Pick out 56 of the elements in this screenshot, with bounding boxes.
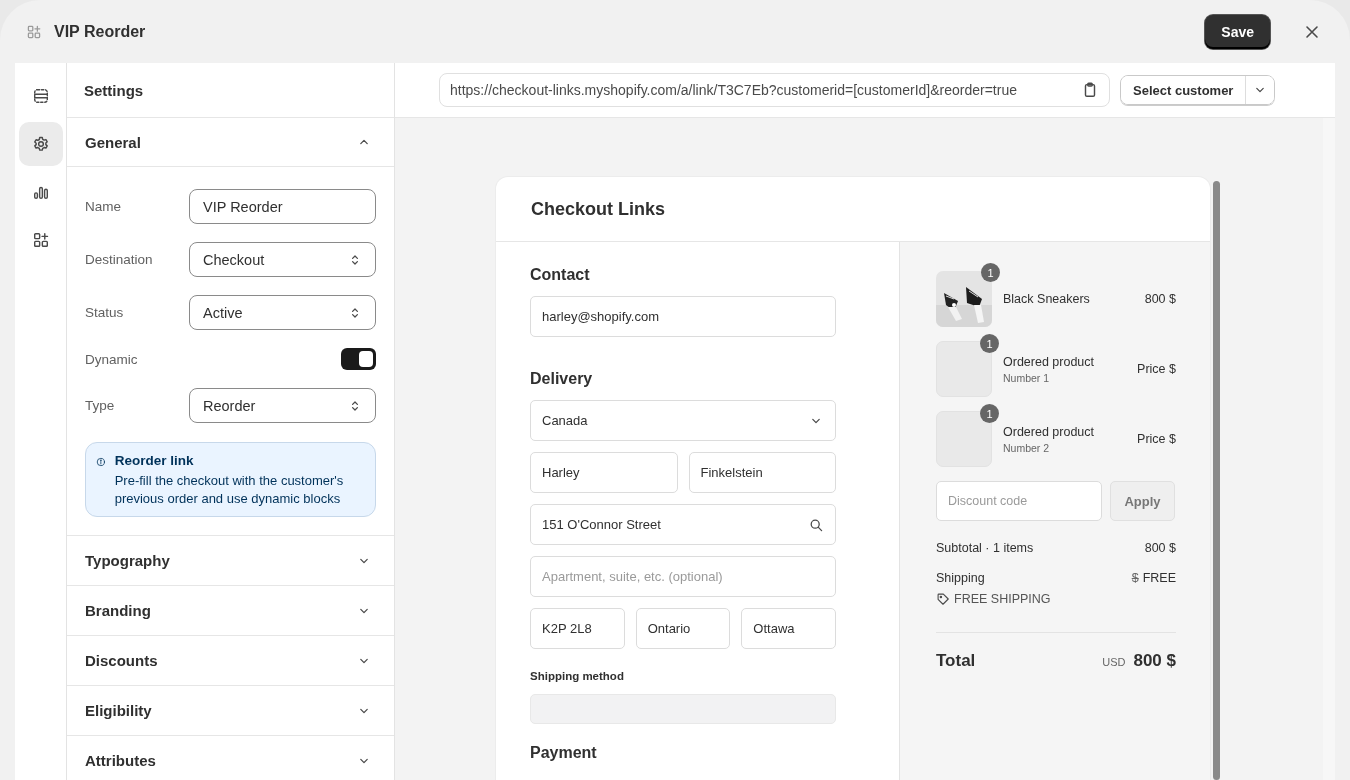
product-price: Price $ <box>1137 362 1176 376</box>
product-name: Black Sneakers <box>1003 292 1091 306</box>
shipping-label: Shipping <box>936 571 985 585</box>
apps-icon <box>31 231 50 249</box>
settings-icon <box>31 135 50 153</box>
section-heading: Contact <box>530 266 591 284</box>
province-field[interactable]: Ontario <box>635 608 731 649</box>
quantity-badge: 1 <box>980 334 999 353</box>
select-field[interactable]: Reorder <box>189 388 376 423</box>
product-variant: Number 1 <box>1003 371 1051 384</box>
subtotal-label: Subtotal · 1 items <box>936 541 1034 555</box>
product-name: Ordered product <box>1003 354 1096 369</box>
section-heading: Payment <box>530 744 598 762</box>
select-field[interactable]: Active <box>189 295 376 330</box>
postal-code-field[interactable]: K2P 2L8 <box>530 608 625 649</box>
select-customer-button[interactable]: Select customer <box>1121 76 1247 104</box>
field-label: Status <box>85 305 124 320</box>
subtotal-value: 800 $ <box>1144 541 1176 555</box>
email-field[interactable]: harley@shopify.com <box>530 296 836 337</box>
product-price: Price $ <box>1137 432 1176 446</box>
total-label: Total <box>936 651 976 671</box>
country-select[interactable]: Canada <box>530 400 836 441</box>
last-name-field[interactable]: Finkelstein <box>688 452 836 493</box>
quantity-badge: 1 <box>980 404 999 423</box>
banner-title: Reorder link <box>114 453 195 468</box>
window-title: VIP Reorder <box>54 22 147 41</box>
field-label: Type <box>85 398 115 413</box>
toggle-switch[interactable] <box>341 348 376 370</box>
select-field[interactable]: Checkout <box>189 242 376 277</box>
scrollbar[interactable] <box>1213 181 1220 780</box>
product-price: 800 $ <box>1144 292 1176 306</box>
url-field[interactable]: https://checkout-links.myshopify.com/a/link/T3C7Eb?customerid=[customerId]&reorder=true <box>439 73 1110 107</box>
city-field[interactable]: Ottawa <box>741 608 836 649</box>
discount-tag: FREE SHIPPING <box>954 592 1051 606</box>
section-heading: Delivery <box>530 370 594 388</box>
banner-text: Pre-fill the checkout with the customer's previous order and use dynamic blocks <box>114 472 345 508</box>
apply-button[interactable]: Apply <box>1110 481 1175 521</box>
address-field[interactable]: 151 O'Connor Street <box>530 504 836 545</box>
field-label: Shipping method <box>530 670 625 682</box>
product-name: Ordered product <box>1003 424 1096 439</box>
field-label: Name <box>85 199 121 214</box>
quantity-badge: 1 <box>981 263 1000 282</box>
first-name-field[interactable]: Harley <box>530 452 678 493</box>
save-button[interactable]: Save <box>1205 14 1270 49</box>
field-label: Dynamic <box>85 351 138 367</box>
apps-icon <box>26 23 42 40</box>
tag-icon <box>936 592 950 606</box>
shipping-value: FREE <box>1142 571 1176 585</box>
product-variant: Number 2 <box>1003 441 1051 454</box>
sidebar-tab[interactable] <box>18 122 63 166</box>
input-field[interactable]: VIP Reorder <box>189 189 376 224</box>
total-value: 800 $ <box>1133 651 1176 671</box>
layout-icon <box>31 87 50 105</box>
currency-label: USD <box>1102 656 1126 668</box>
field-label: Destination <box>85 252 153 267</box>
old-shipping-price: $ <box>1131 571 1139 585</box>
